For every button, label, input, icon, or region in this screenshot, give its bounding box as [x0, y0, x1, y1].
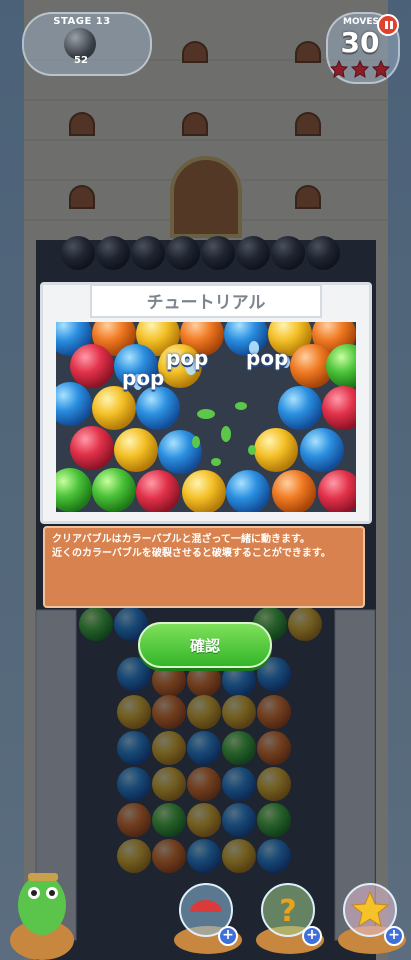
star-icon [350, 60, 370, 78]
pop-text-1: pop [122, 366, 165, 390]
star-icon [371, 60, 391, 78]
tutorial-description: クリアバブルはカラーバブルと混ざって一緒に動きます。 近くのカラーバブルを破裂さ… [52, 534, 331, 559]
stage-label: STAGE 13 [53, 16, 111, 27]
star-rating [330, 60, 391, 78]
game-screen: STAGE 13 52 MOVES 30 チュートリアル pop pop pop… [0, 0, 411, 960]
stage-bubble-count: 52 [74, 55, 88, 66]
add-booster-1-button[interactable]: + [218, 926, 238, 946]
add-booster-2-button[interactable]: + [302, 926, 322, 946]
tutorial-illustration: pop pop pop [56, 322, 356, 512]
pop-text-3: pop [246, 346, 289, 370]
star-icon [330, 60, 349, 78]
tutorial-title: チュートリアル [146, 293, 266, 313]
add-booster-3-button[interactable]: + [384, 926, 404, 946]
pop-text-2: pop [166, 346, 209, 370]
pause-button[interactable] [377, 14, 399, 36]
confirm-button-label: 確認 [189, 637, 220, 655]
